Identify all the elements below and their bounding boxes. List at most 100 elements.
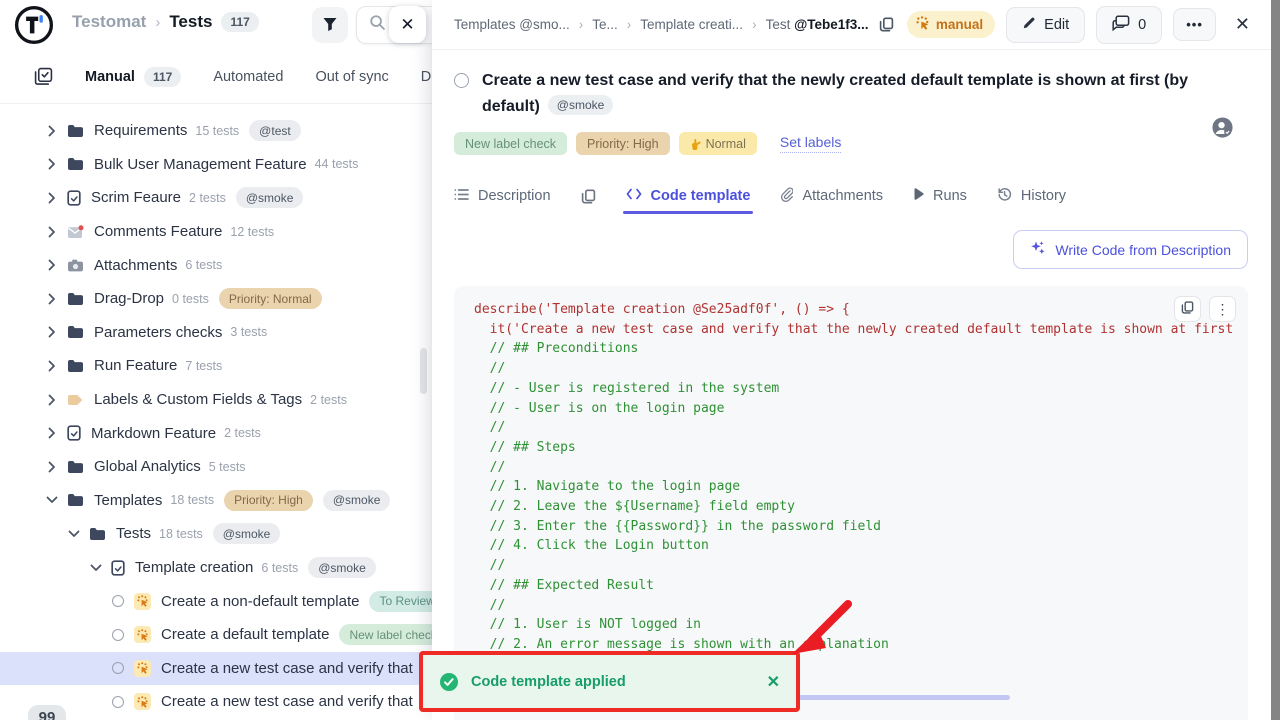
- code-line: // 2. Leave the ${Username} field empty: [474, 497, 1248, 517]
- filter-tab-automated[interactable]: Automated: [213, 69, 283, 85]
- sidebar-scrollbar-thumb[interactable]: [420, 348, 427, 394]
- tree-suite-row[interactable]: Parameters checks3 tests: [0, 316, 432, 350]
- manual-test-icon: [134, 660, 151, 677]
- panel-header: Templates @smo...›Te...›Template creati.…: [432, 0, 1272, 50]
- breadcrumb-item[interactable]: Templates @smo...: [454, 17, 570, 32]
- tree-suite-row[interactable]: Labels & Custom Fields & Tags2 tests: [0, 383, 432, 417]
- edit-button[interactable]: Edit: [1006, 7, 1085, 43]
- chevron-right-icon[interactable]: [46, 192, 58, 204]
- tree-row-count: 2 tests: [189, 191, 226, 205]
- tree-row-label: Scrim Feaure: [91, 189, 181, 206]
- tree-suite-row[interactable]: Attachments6 tests: [0, 248, 432, 282]
- more-actions-button[interactable]: •••: [1173, 8, 1216, 41]
- tab-description[interactable]: Description: [454, 188, 551, 205]
- tree-suite-row[interactable]: Requirements15 tests@test: [0, 114, 432, 148]
- document-icon: [67, 425, 81, 441]
- tab-attachments[interactable]: Attachments: [780, 187, 883, 206]
- chevron-right-icon[interactable]: [46, 226, 58, 238]
- select-all-icon[interactable]: [34, 67, 53, 86]
- chevron-right-icon[interactable]: [46, 394, 58, 406]
- tree-suite-row[interactable]: Templates18 testsPriority: High@smoke: [0, 484, 432, 518]
- tree-row-count: 6 tests: [185, 258, 222, 272]
- tab-history[interactable]: History: [997, 187, 1066, 206]
- sparkles-icon: [1030, 240, 1046, 259]
- tree-suite-row[interactable]: Tests18 tests@smoke: [0, 517, 432, 551]
- tab-code-template[interactable]: Code template: [626, 188, 751, 204]
- set-labels-link[interactable]: Set labels: [780, 134, 841, 153]
- tree-suite-row[interactable]: Run Feature7 tests: [0, 349, 432, 383]
- tree-row-label: Tests: [116, 525, 151, 542]
- test-status-circle[interactable]: [112, 595, 124, 607]
- manual-badge-label: manual: [936, 17, 983, 32]
- manual-test-icon: [134, 626, 151, 643]
- funnel-icon: [322, 16, 338, 35]
- assignee-avatar[interactable]: [1211, 116, 1234, 144]
- filter-tab-out-of-sync[interactable]: Out of sync: [315, 69, 388, 85]
- tree-suite-row[interactable]: Template creation6 tests@smoke: [0, 551, 432, 585]
- annotation-arrow: [782, 596, 858, 658]
- tab-runs[interactable]: Runs: [913, 188, 967, 204]
- tree-suite-row[interactable]: Bulk User Management Feature44 tests: [0, 148, 432, 182]
- ai-button-label: Write Code from Description: [1055, 242, 1231, 258]
- chevron-right-icon[interactable]: [46, 326, 58, 338]
- chevron-down-icon[interactable]: [90, 564, 102, 572]
- code-line: // ## Steps: [474, 438, 1248, 458]
- code-line: // - User is on the login page: [474, 399, 1248, 419]
- tree-row-count: 0 tests: [172, 292, 209, 306]
- tree-row-label: Requirements: [94, 122, 187, 139]
- copy-icon: [1181, 301, 1194, 317]
- mail-icon: [67, 225, 84, 239]
- code-line: // ## Preconditions: [474, 339, 1248, 359]
- tree-suite-row[interactable]: Markdown Feature2 tests: [0, 416, 432, 450]
- brand-name[interactable]: Testomat: [72, 12, 146, 32]
- chevron-right-icon[interactable]: [46, 461, 58, 473]
- write-code-from-description-button[interactable]: Write Code from Description: [1013, 230, 1248, 269]
- tree-row-label: Template creation: [135, 559, 253, 576]
- toast-close-button[interactable]: ✕: [767, 672, 780, 692]
- chevron-down-icon[interactable]: [46, 496, 58, 504]
- hand-icon: [690, 138, 701, 150]
- chevron-right-icon[interactable]: [46, 360, 58, 372]
- code-line: //: [474, 556, 1248, 576]
- tree-test-row[interactable]: Create a non-default templateTo Review: [0, 584, 432, 618]
- breadcrumb-item[interactable]: Template creati...: [640, 17, 743, 32]
- copy-code-button[interactable]: [1174, 296, 1201, 322]
- breadcrumb-item[interactable]: Te...: [592, 17, 618, 32]
- filter-tab-label: Out of sync: [315, 69, 388, 85]
- chevron-right-icon[interactable]: [46, 259, 58, 271]
- folder-icon: [67, 359, 84, 373]
- tag-icon: [67, 394, 84, 406]
- label-badge: New label check: [454, 132, 567, 155]
- tree-suite-row[interactable]: Comments Feature12 tests: [0, 215, 432, 249]
- code-line: // ## Expected Result: [474, 576, 1248, 596]
- chevron-right-icon[interactable]: [46, 158, 58, 170]
- test-status-circle[interactable]: [112, 696, 124, 708]
- chevron-down-icon[interactable]: [68, 530, 80, 538]
- close-panel-button[interactable]: ✕: [1227, 10, 1258, 39]
- tree-suite-row[interactable]: Global Analytics5 tests: [0, 450, 432, 484]
- search-clear-button[interactable]: ✕: [389, 6, 426, 43]
- filter-tab-manual[interactable]: Manual117: [85, 67, 181, 87]
- page-scrollbar[interactable]: [1271, 0, 1280, 720]
- test-status-circle[interactable]: [112, 629, 124, 641]
- test-status-circle[interactable]: [112, 662, 124, 674]
- code-menu-button[interactable]: ⋮: [1209, 296, 1236, 322]
- tree-test-row[interactable]: Create a default templateNew label check: [0, 618, 432, 652]
- tree-row-label: Bulk User Management Feature: [94, 156, 307, 173]
- chevron-right-icon[interactable]: [46, 125, 58, 137]
- label-badge: Priority: High: [224, 490, 313, 511]
- tree-row-label: Markdown Feature: [91, 425, 216, 442]
- chevron-right-icon[interactable]: [46, 293, 58, 305]
- tree-test-row[interactable]: Create a new test case and verify that: [0, 652, 432, 686]
- copy-link-icon[interactable]: [879, 17, 894, 32]
- comments-button[interactable]: 0: [1096, 6, 1162, 44]
- chevron-right-icon[interactable]: [46, 427, 58, 439]
- filter-button[interactable]: [312, 7, 348, 43]
- test-status-circle[interactable]: [454, 73, 469, 88]
- tree-suite-row[interactable]: Scrim Feaure2 tests@smoke: [0, 181, 432, 215]
- testomat-logo-icon: [14, 5, 54, 50]
- camera-icon: [67, 259, 84, 272]
- breadcrumb-item[interactable]: Test @Tebe1f3...: [766, 17, 869, 32]
- tree-suite-row[interactable]: Drag-Drop0 testsPriority: Normal: [0, 282, 432, 316]
- copy-description-icon[interactable]: [581, 189, 596, 204]
